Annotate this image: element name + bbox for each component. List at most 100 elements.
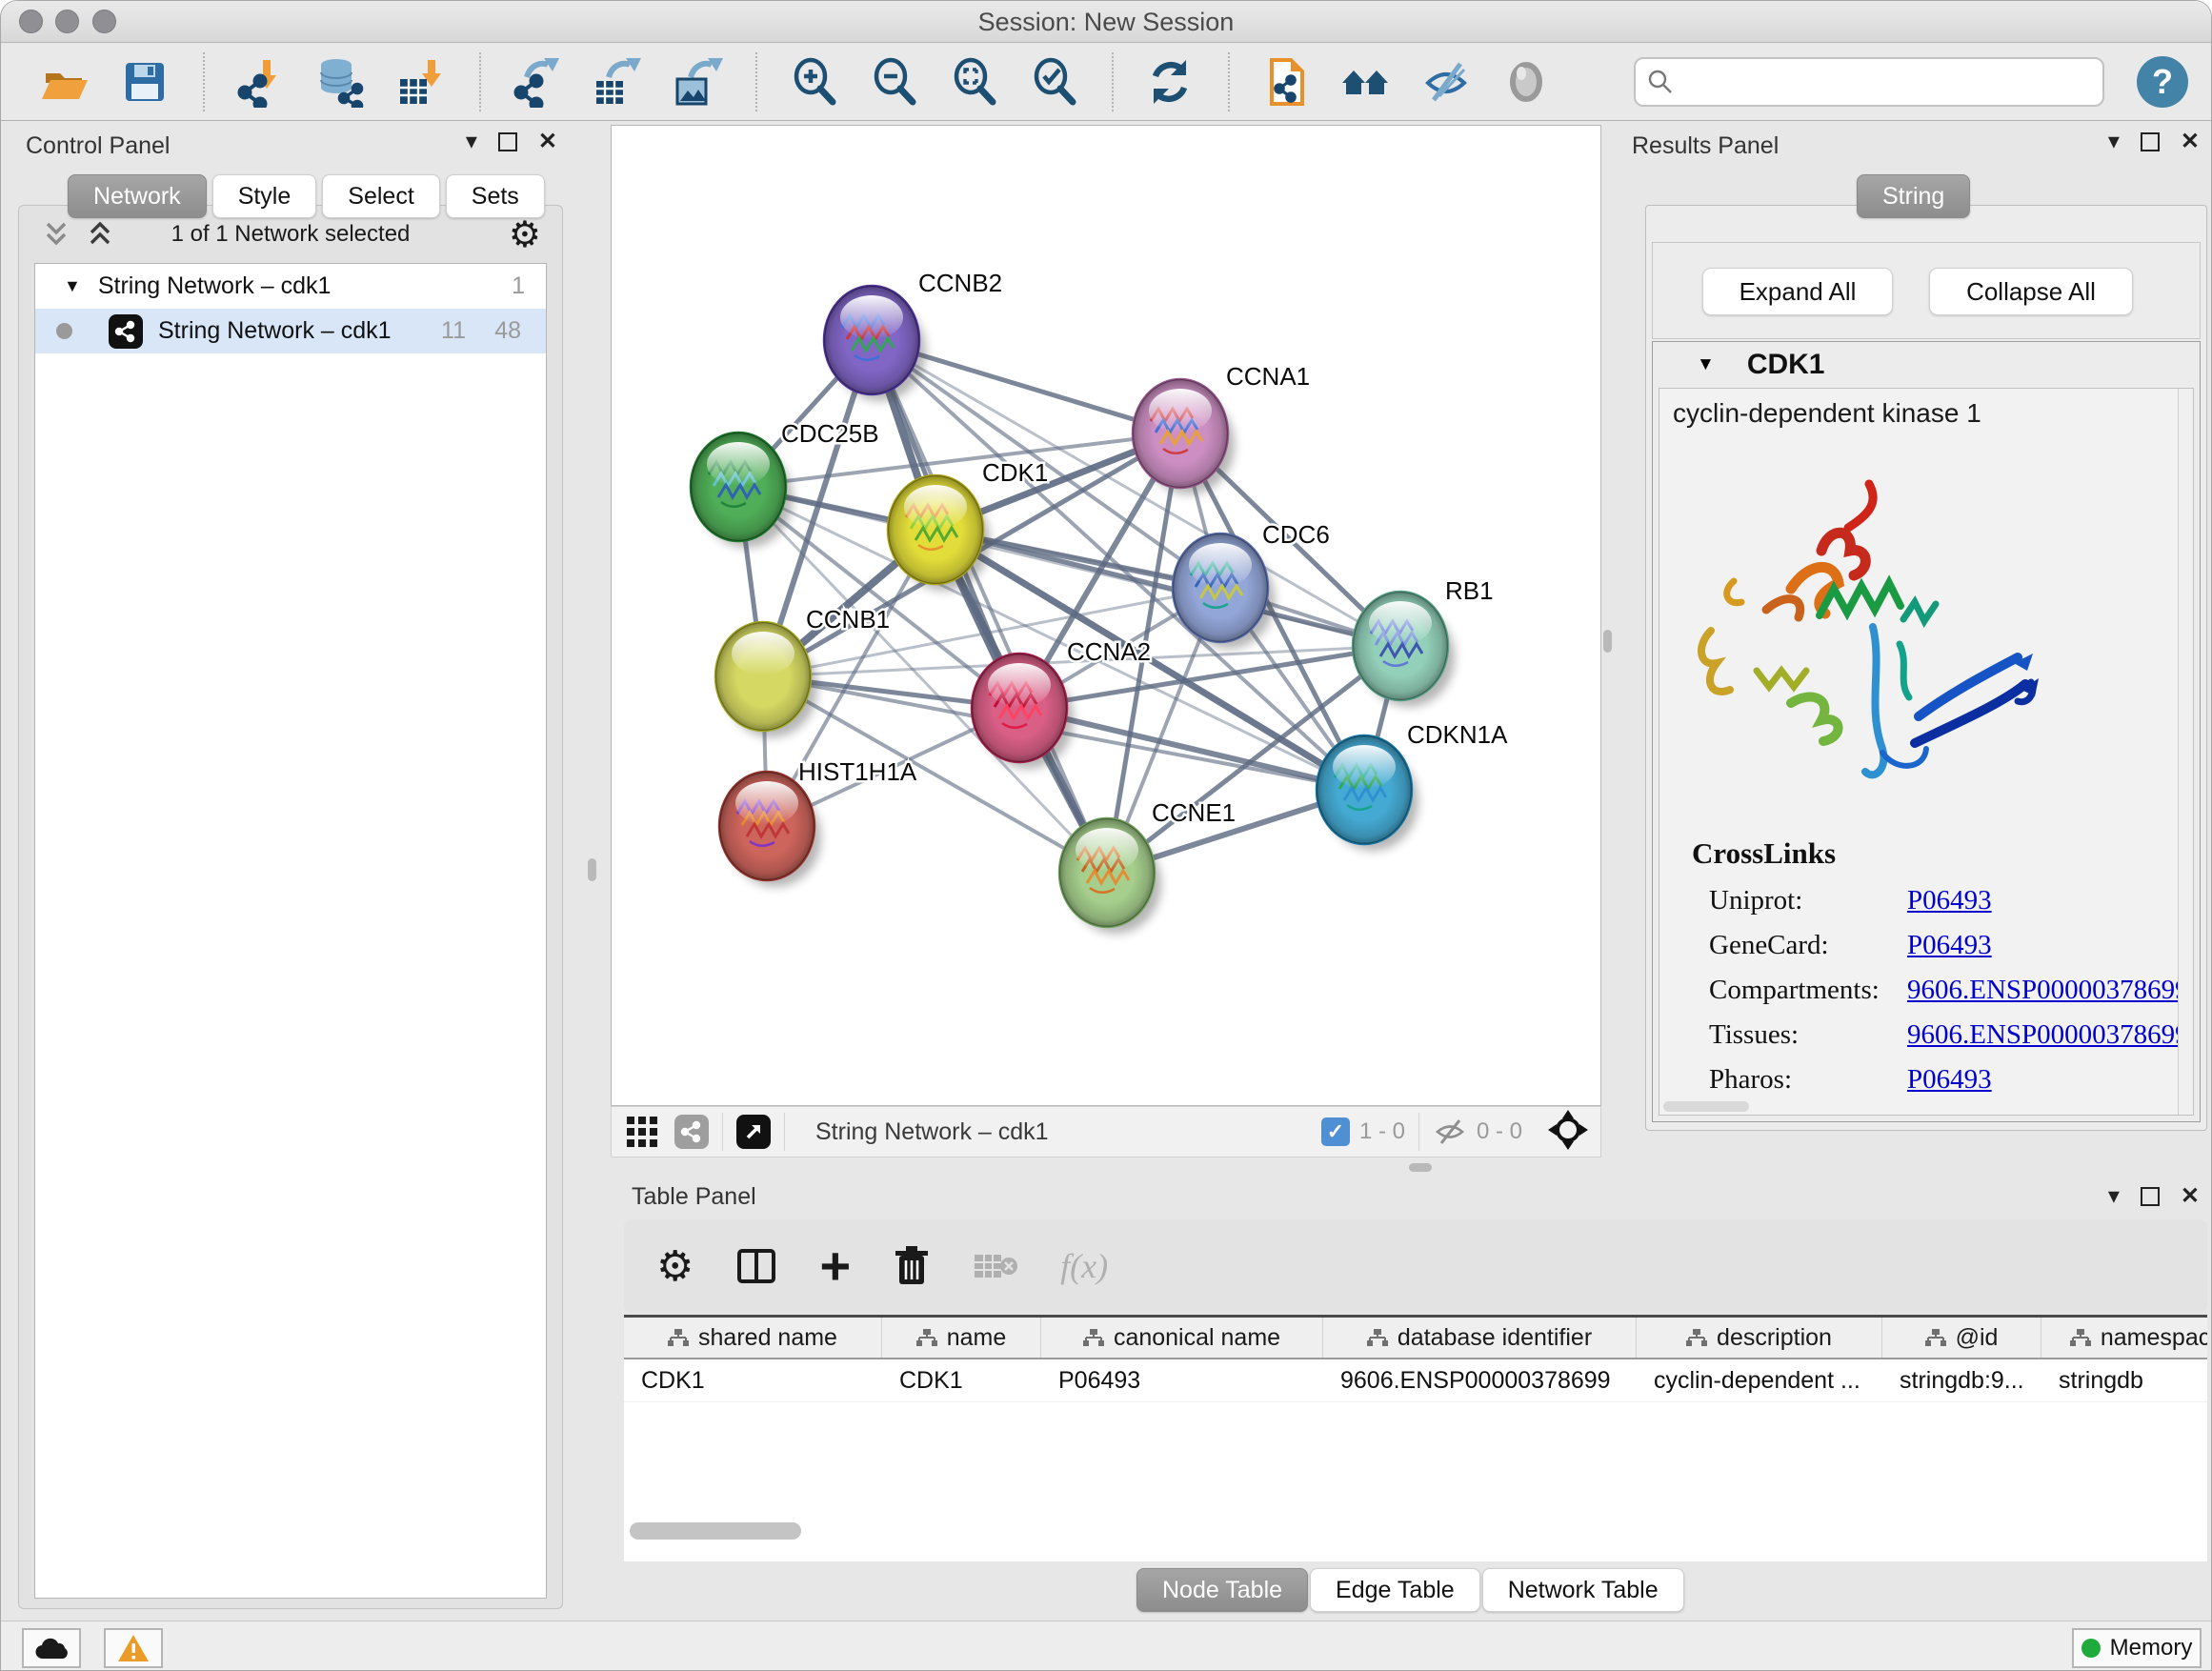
selected-nodes-checkbox[interactable]: ✓ bbox=[1321, 1117, 1350, 1146]
network-node-cdc25b[interactable] bbox=[691, 433, 793, 548]
network-node-ccna2[interactable] bbox=[972, 654, 1074, 769]
network-row-selected[interactable]: String Network – cdk1 11 48 bbox=[35, 309, 546, 353]
import-network-database-button[interactable] bbox=[313, 50, 369, 113]
string-network-graph[interactable]: CCNB2CCNA1CDC25BCDK1CDC6RB1CCNB1CCNA2CDK… bbox=[612, 126, 1600, 1105]
column-header-shared-name[interactable]: shared name bbox=[624, 1318, 882, 1358]
control-panel-close-icon[interactable]: ✕ bbox=[538, 131, 557, 153]
results-vertical-scrollbar[interactable] bbox=[2178, 389, 2193, 1115]
birdseye-navigator-button[interactable] bbox=[1547, 1109, 1589, 1156]
results-panel-menu-icon[interactable]: ▾ bbox=[2108, 131, 2120, 153]
tab-string[interactable]: String bbox=[1857, 174, 1970, 218]
export-network-button[interactable] bbox=[510, 50, 565, 113]
control-panel-menu-icon[interactable]: ▾ bbox=[466, 131, 477, 153]
search-field[interactable] bbox=[1634, 57, 2104, 107]
left-splitter-handle[interactable] bbox=[588, 858, 596, 881]
open-in-window-button[interactable] bbox=[736, 1115, 771, 1149]
hide-selected-button[interactable] bbox=[1418, 50, 1474, 113]
crosslink-link[interactable]: 9606.ENSP00000378699 bbox=[1907, 1019, 2189, 1051]
network-node-ccna1[interactable] bbox=[1133, 379, 1235, 494]
table-panel-menu-icon[interactable]: ▾ bbox=[2108, 1185, 2120, 1208]
bottom-splitter-handle[interactable] bbox=[1409, 1163, 1432, 1172]
open-session-button[interactable] bbox=[37, 50, 92, 113]
title-bar: Session: New Session bbox=[1, 1, 2211, 43]
network-node-cdk1[interactable] bbox=[888, 475, 990, 591]
right-splitter-handle[interactable] bbox=[1603, 630, 1612, 653]
results-horizontal-scrollbar[interactable] bbox=[1663, 1101, 1749, 1112]
table-toolbar: ⚙ + f(x) bbox=[624, 1219, 2207, 1313]
column-header-canonical-name[interactable]: canonical name bbox=[1041, 1318, 1323, 1358]
results-panel-float-icon[interactable] bbox=[2141, 132, 2160, 151]
application-window: Session: New Session bbox=[0, 0, 2212, 1671]
expand-all-button[interactable]: Expand All bbox=[1702, 268, 1893, 315]
network-node-ccne1[interactable] bbox=[1059, 818, 1161, 934]
gene-card-header[interactable]: ▼ CDK1 bbox=[1653, 342, 2200, 388]
collection-caret-icon[interactable]: ▼ bbox=[64, 276, 81, 296]
table-horizontal-scrollbar[interactable] bbox=[630, 1522, 801, 1540]
crosslink-link[interactable]: 9606.ENSP00000378699 bbox=[1907, 975, 2189, 1006]
network-type-icon bbox=[109, 314, 143, 349]
network-node-count: 11 bbox=[441, 317, 466, 345]
column-header-database-identifier[interactable]: database identifier bbox=[1323, 1318, 1637, 1358]
table-panel-float-icon[interactable] bbox=[2141, 1187, 2160, 1206]
hidden-eye-slash-icon[interactable] bbox=[1433, 1117, 1467, 1146]
network-node-cdkn1a[interactable] bbox=[1317, 735, 1418, 851]
table-panel-title: Table Panel bbox=[632, 1183, 756, 1211]
help-button[interactable]: ? bbox=[2137, 56, 2188, 108]
column-header--id[interactable]: @id bbox=[1882, 1318, 2041, 1358]
table-settings-gear-icon[interactable]: ⚙ bbox=[656, 1242, 694, 1291]
network-node-rb1[interactable] bbox=[1353, 592, 1455, 707]
export-image-button[interactable] bbox=[670, 50, 725, 113]
collapse-all-button[interactable]: Collapse All bbox=[1929, 268, 2133, 315]
tab-node-table[interactable]: Node Table bbox=[1136, 1568, 1308, 1612]
network-options-gear-icon[interactable]: ⚙ bbox=[509, 213, 541, 256]
tab-sets[interactable]: Sets bbox=[446, 174, 545, 218]
zoom-out-button[interactable] bbox=[866, 50, 921, 113]
crosslink-link[interactable]: P06493 bbox=[1907, 930, 1992, 961]
network-edge-ccnb2-ccne1[interactable] bbox=[872, 340, 1107, 873]
zoom-in-button[interactable] bbox=[786, 50, 841, 113]
tab-style[interactable]: Style bbox=[212, 174, 317, 218]
protein-structure-image bbox=[1679, 467, 2050, 800]
add-column-icon[interactable]: + bbox=[819, 1239, 851, 1293]
save-session-button[interactable] bbox=[117, 50, 172, 113]
export-table-button[interactable] bbox=[590, 50, 645, 113]
warnings-button[interactable] bbox=[104, 1628, 163, 1668]
network-node-ccnb2[interactable] bbox=[824, 286, 926, 401]
results-panel: Results Panel ▾ ✕ String Expand All Coll… bbox=[1611, 121, 2212, 1171]
refresh-layout-button[interactable] bbox=[1142, 50, 1197, 113]
show-starter-panel-button[interactable] bbox=[1338, 50, 1394, 113]
tab-edge-table[interactable]: Edge Table bbox=[1310, 1568, 1480, 1612]
import-table-file-button[interactable] bbox=[393, 50, 449, 113]
share-session-file-button[interactable] bbox=[1258, 50, 1314, 113]
show-columns-icon[interactable] bbox=[735, 1245, 777, 1287]
column-header-name[interactable]: name bbox=[882, 1318, 1041, 1358]
grid-view-button[interactable] bbox=[621, 1111, 663, 1153]
zoom-selected-button[interactable] bbox=[1026, 50, 1081, 113]
results-panel-close-icon[interactable]: ✕ bbox=[2181, 131, 2200, 153]
table-panel-close-icon[interactable]: ✕ bbox=[2181, 1185, 2200, 1208]
toolbar-separator bbox=[784, 1113, 785, 1151]
crosslink-link[interactable]: P06493 bbox=[1907, 1064, 1992, 1096]
network-collection-row[interactable]: ▼ String Network – cdk1 1 bbox=[35, 264, 546, 309]
control-panel-float-icon[interactable] bbox=[498, 132, 517, 151]
cloud-button[interactable] bbox=[22, 1628, 81, 1668]
show-all-button[interactable] bbox=[1498, 50, 1554, 113]
tab-network-table[interactable]: Network Table bbox=[1482, 1568, 1684, 1612]
search-input[interactable] bbox=[1674, 68, 2091, 97]
delete-table-icon[interactable] bbox=[973, 1249, 1018, 1283]
column-header-namespace[interactable]: namespace bbox=[2041, 1318, 2207, 1358]
import-network-file-button[interactable] bbox=[233, 50, 289, 113]
delete-column-trash-icon[interactable] bbox=[893, 1244, 931, 1288]
network-type-badge-icon[interactable] bbox=[674, 1115, 709, 1149]
table-row[interactable]: CDK1CDK1P064939606.ENSP00000378699cyclin… bbox=[624, 1359, 2207, 1402]
memory-button[interactable]: Memory bbox=[2072, 1628, 2202, 1668]
column-header-description[interactable]: description bbox=[1637, 1318, 1882, 1358]
function-builder-icon[interactable]: f(x) bbox=[1060, 1246, 1108, 1286]
tab-select[interactable]: Select bbox=[322, 174, 439, 218]
fit-content-button[interactable] bbox=[946, 50, 1001, 113]
network-view-canvas[interactable]: CCNB2CCNA1CDC25BCDK1CDC6RB1CCNB1CCNA2CDK… bbox=[611, 125, 1601, 1106]
network-node-hist1h1a[interactable] bbox=[719, 772, 821, 887]
tab-network[interactable]: Network bbox=[68, 174, 207, 218]
crosslink-link[interactable]: P06493 bbox=[1907, 885, 1992, 916]
gene-caret-icon[interactable]: ▼ bbox=[1697, 354, 1715, 375]
